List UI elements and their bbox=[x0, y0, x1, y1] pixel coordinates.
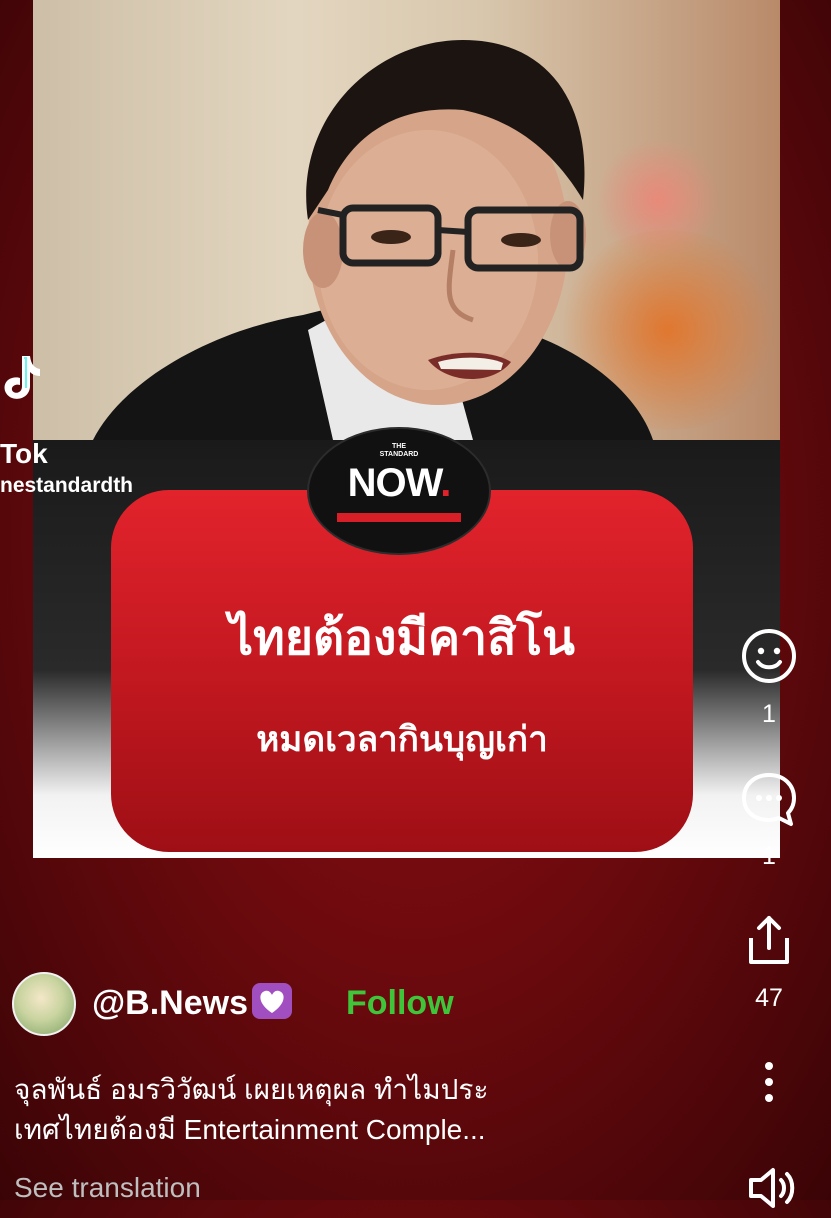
reaction-count: 1 bbox=[762, 700, 776, 728]
description-line-1: จุลพันธ์ อมรวิวัฒน์ เผยเหตุผล ทำไมประ bbox=[14, 1074, 489, 1105]
logo-bar bbox=[337, 513, 461, 522]
tiktok-icon bbox=[4, 356, 40, 399]
description-line-2: เทศไทยต้องมี Entertainment Comple... bbox=[14, 1114, 486, 1145]
author-row: @B.News Follow bbox=[12, 972, 532, 1036]
share-icon[interactable] bbox=[739, 910, 799, 970]
tiktok-watermark-handle: nestandardth bbox=[0, 474, 134, 497]
speaker-figure bbox=[93, 40, 653, 440]
username[interactable]: @B.News bbox=[92, 984, 248, 1022]
username-container[interactable]: @B.News bbox=[92, 983, 292, 1023]
the-standard-now-logo: THE STANDARD NOW. bbox=[307, 427, 491, 555]
logo-dot: . bbox=[440, 461, 451, 505]
camera-feed bbox=[33, 0, 780, 440]
comment-icon[interactable] bbox=[739, 770, 799, 830]
share-count: 47 bbox=[755, 984, 783, 1012]
logo-word: NOW bbox=[347, 461, 442, 505]
comment-count: 1 bbox=[762, 842, 776, 870]
avatar[interactable] bbox=[12, 972, 76, 1036]
volume-icon[interactable] bbox=[739, 1158, 799, 1218]
emoji-reaction-icon[interactable] bbox=[739, 626, 799, 686]
headline-title: ไทยต้องมีคาสิโน bbox=[229, 610, 575, 666]
logo-standard: STANDARD bbox=[379, 451, 419, 458]
more-icon[interactable] bbox=[739, 1052, 799, 1112]
logo-the: THE bbox=[392, 443, 406, 450]
video-description[interactable]: จุลพันธ์ อมรวิวัฒน์ เผยเหตุผล ทำไมประ เท… bbox=[14, 1070, 714, 1150]
follow-button[interactable]: Follow bbox=[346, 984, 454, 1023]
heart-badge-icon bbox=[251, 983, 292, 1020]
see-translation-link[interactable]: See translation bbox=[14, 1172, 201, 1204]
headline-subtitle: หมดเวลากินบุญเก่า bbox=[256, 720, 548, 760]
tiktok-watermark-name: Tok bbox=[0, 438, 48, 469]
